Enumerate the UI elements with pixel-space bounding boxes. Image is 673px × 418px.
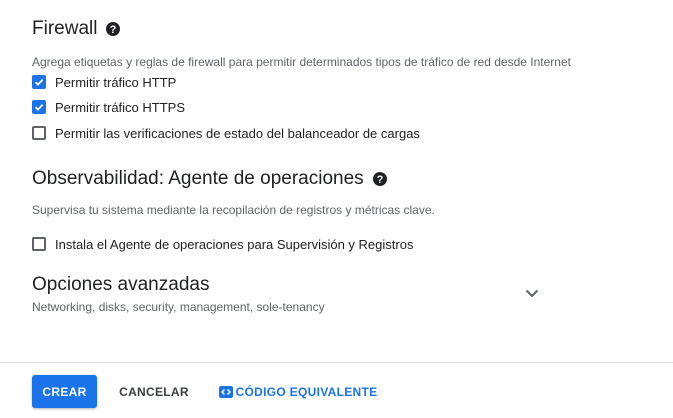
- advanced-options-subtitle: Networking, disks, security, management,…: [32, 300, 325, 314]
- cancel-button[interactable]: CANCELAR: [110, 375, 198, 408]
- checkbox-health-checks[interactable]: [32, 126, 46, 140]
- svg-text:?: ?: [110, 24, 117, 36]
- firewall-description: Agrega etiquetas y reglas de firewall pa…: [32, 55, 571, 69]
- help-circle-icon[interactable]: ?: [372, 171, 388, 187]
- observability-section-title: Observabilidad: Agente de operaciones ?: [32, 168, 388, 190]
- checkbox-row-ops-agent[interactable]: Instala el Agente de operaciones para Su…: [32, 234, 413, 254]
- checkbox-ops-agent[interactable]: [32, 237, 46, 251]
- firewall-title-text: Firewall: [32, 18, 98, 39]
- equivalent-code-label: CÓDIGO EQUIVALENTE: [235, 384, 378, 399]
- chevron-down-icon[interactable]: [522, 283, 542, 303]
- advanced-options-title[interactable]: Opciones avanzadas: [32, 274, 209, 296]
- checkmark-icon: [34, 103, 44, 111]
- create-button[interactable]: CREAR: [32, 375, 97, 408]
- help-circle-icon[interactable]: ?: [105, 21, 121, 37]
- checkmark-icon: [34, 78, 44, 86]
- checkbox-health-checks-label: Permitir las verificaciones de estado de…: [55, 125, 420, 141]
- svg-text:?: ?: [376, 174, 383, 186]
- observability-title-text: Observabilidad: Agente de operaciones: [32, 168, 364, 189]
- observability-description: Supervisa tu sistema mediante la recopil…: [32, 203, 435, 217]
- equivalent-code-button[interactable]: CÓDIGO EQUIVALENTE: [216, 375, 380, 408]
- checkbox-row-http[interactable]: Permitir tráfico HTTP: [32, 72, 176, 92]
- checkbox-ops-agent-label: Instala el Agente de operaciones para Su…: [55, 236, 414, 252]
- checkbox-http-label: Permitir tráfico HTTP: [55, 74, 177, 90]
- checkbox-row-https[interactable]: Permitir tráfico HTTPS: [32, 97, 185, 117]
- checkbox-https-label: Permitir tráfico HTTPS: [55, 99, 186, 115]
- code-icon: [218, 385, 233, 399]
- checkbox-https[interactable]: [32, 100, 46, 114]
- checkbox-http[interactable]: [32, 75, 46, 89]
- firewall-section-title: Firewall ?: [32, 18, 121, 40]
- footer-divider: [0, 362, 673, 363]
- checkbox-row-health-checks[interactable]: Permitir las verificaciones de estado de…: [32, 123, 420, 143]
